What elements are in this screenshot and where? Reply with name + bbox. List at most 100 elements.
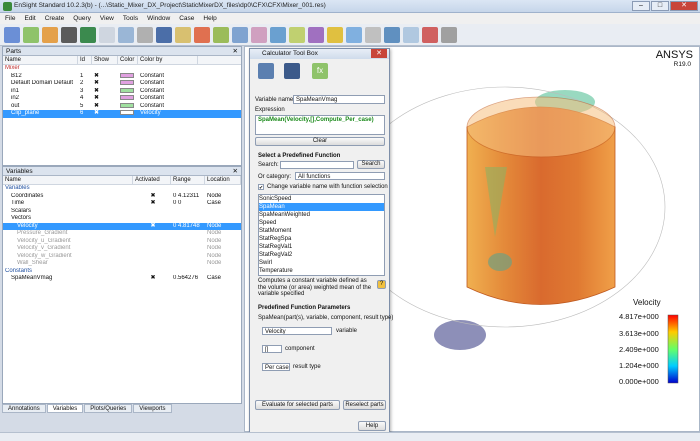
var-name-input[interactable]: SpaMeanVmag bbox=[293, 95, 385, 104]
component-select[interactable]: [] bbox=[262, 345, 282, 353]
menu-create[interactable]: Create bbox=[45, 15, 65, 22]
menu-tools[interactable]: Tools bbox=[123, 15, 138, 22]
col-show[interactable]: Show bbox=[92, 56, 118, 64]
expression-input[interactable]: SpaMean(Velocity,[],Compute_Per_case) bbox=[255, 115, 385, 135]
menu-help[interactable]: Help bbox=[203, 15, 216, 22]
color-icon[interactable] bbox=[327, 26, 343, 43]
annotation-icon[interactable] bbox=[99, 26, 115, 43]
variable-row[interactable]: Pressure_Gradient Node bbox=[3, 230, 241, 238]
particle-icon[interactable] bbox=[308, 26, 324, 43]
table-row[interactable]: Mixer bbox=[3, 65, 241, 73]
function-tab-icon[interactable]: fx bbox=[312, 63, 328, 79]
function-item[interactable]: StatRegVal1 bbox=[259, 243, 384, 251]
function-item[interactable]: Temperature bbox=[259, 267, 384, 275]
calculator-tab-icon[interactable] bbox=[258, 63, 274, 79]
activated-toggle[interactable]: ✖ bbox=[133, 223, 171, 231]
change-name-checkbox[interactable]: ✔ bbox=[258, 184, 264, 190]
color-swatch[interactable] bbox=[118, 102, 138, 111]
activated-toggle[interactable] bbox=[133, 215, 171, 223]
lock-icon[interactable] bbox=[175, 26, 191, 43]
part-mode-icon[interactable] bbox=[4, 26, 20, 43]
panel-close-icon[interactable]: ✕ bbox=[233, 47, 238, 56]
table-icon[interactable] bbox=[80, 26, 96, 43]
result-type-select[interactable]: Per case bbox=[262, 363, 290, 371]
clip-icon[interactable] bbox=[194, 26, 210, 43]
col-id[interactable]: Id bbox=[78, 56, 92, 64]
help-button[interactable]: Help bbox=[358, 421, 386, 431]
menu-query[interactable]: Query bbox=[73, 15, 91, 22]
image-icon[interactable] bbox=[156, 26, 172, 43]
library-tab-icon[interactable] bbox=[284, 63, 300, 79]
activated-toggle[interactable] bbox=[133, 245, 171, 253]
function-item[interactable]: SonicSpeed bbox=[259, 195, 384, 203]
vector-icon[interactable] bbox=[251, 26, 267, 43]
search-button[interactable]: Search bbox=[357, 160, 385, 169]
close-button[interactable]: ✕ bbox=[670, 1, 698, 11]
menu-file[interactable]: File bbox=[5, 15, 15, 22]
color-swatch[interactable] bbox=[118, 80, 138, 88]
function-item[interactable]: StatMoment bbox=[259, 227, 384, 235]
variable-row[interactable]: Velocity ✖ 0 4.81748 Node bbox=[3, 222, 241, 231]
rotate-icon[interactable] bbox=[384, 26, 400, 43]
search-input[interactable] bbox=[280, 161, 354, 169]
function-item[interactable]: StatRegVal2 bbox=[259, 251, 384, 259]
table-row[interactable]: B12 1 ✖ Constant bbox=[3, 72, 241, 81]
clear-button[interactable]: Clear bbox=[255, 137, 385, 146]
col-color[interactable]: Color bbox=[118, 56, 138, 64]
show-toggle[interactable] bbox=[92, 65, 118, 73]
variable-row[interactable]: Variables bbox=[3, 185, 241, 193]
streamline-icon[interactable] bbox=[270, 26, 286, 43]
tab-viewports[interactable]: Viewports bbox=[133, 404, 172, 413]
col-colorby[interactable]: Color by bbox=[138, 56, 198, 64]
contour-icon[interactable] bbox=[232, 26, 248, 43]
show-toggle[interactable]: ✖ bbox=[92, 103, 118, 111]
menu-edit[interactable]: Edit bbox=[24, 15, 35, 22]
activated-toggle[interactable]: ✖ bbox=[133, 193, 171, 201]
function-item[interactable]: SpaMeanWeighted bbox=[259, 211, 384, 219]
show-toggle[interactable]: ✖ bbox=[92, 80, 118, 88]
reselect-parts-button[interactable]: Reselect parts bbox=[343, 400, 386, 410]
tab-plots-queries[interactable]: Plots/Queries bbox=[84, 404, 133, 413]
table-row[interactable]: in2 4 ✖ Constant bbox=[3, 95, 241, 103]
panel-close-icon[interactable]: ✕ bbox=[233, 167, 238, 176]
col-range[interactable]: Range bbox=[171, 176, 205, 184]
activated-toggle[interactable] bbox=[133, 238, 171, 246]
variable-row[interactable]: Velocity_u_Gradient Node bbox=[3, 238, 241, 246]
help-icon[interactable]: ? bbox=[377, 280, 386, 289]
table-row[interactable]: out 5 ✖ Constant bbox=[3, 102, 241, 111]
calculator-icon[interactable] bbox=[61, 26, 77, 43]
activated-toggle[interactable] bbox=[133, 268, 171, 276]
function-item[interactable]: Speed bbox=[259, 219, 384, 227]
variable-select[interactable]: Velocity bbox=[262, 327, 332, 335]
menu-case[interactable]: Case bbox=[179, 15, 194, 22]
function-item[interactable]: SpaMean bbox=[259, 203, 384, 211]
show-toggle[interactable]: ✖ bbox=[92, 110, 118, 118]
variable-row[interactable]: Wall_Shear Node bbox=[3, 260, 241, 268]
maximize-button[interactable]: □ bbox=[651, 1, 669, 11]
activated-toggle[interactable]: ✖ bbox=[133, 275, 171, 283]
probe-icon[interactable] bbox=[422, 26, 438, 43]
col-location[interactable]: Location bbox=[205, 176, 241, 184]
fit-icon[interactable] bbox=[403, 26, 419, 43]
grid-icon[interactable] bbox=[23, 26, 39, 43]
minimize-button[interactable]: – bbox=[632, 1, 650, 11]
variable-row[interactable]: Coordinates ✖ 0 4.12311 Node bbox=[3, 193, 241, 201]
col-var-name[interactable]: Name bbox=[3, 176, 133, 184]
variable-row[interactable]: Scalars bbox=[3, 208, 241, 216]
activated-toggle[interactable] bbox=[133, 185, 171, 193]
color-swatch[interactable] bbox=[118, 110, 138, 118]
variable-row[interactable]: Vectors bbox=[3, 215, 241, 223]
table-row[interactable]: Clip_plane 6 ✖ Velocity bbox=[3, 110, 241, 118]
col-name[interactable]: Name bbox=[3, 56, 78, 64]
activated-toggle[interactable] bbox=[133, 208, 171, 216]
label-icon[interactable] bbox=[118, 26, 134, 43]
color-swatch[interactable] bbox=[118, 72, 138, 81]
eye-icon[interactable] bbox=[346, 26, 362, 43]
color-swatch[interactable] bbox=[118, 87, 138, 96]
function-item[interactable]: Swirl bbox=[259, 259, 384, 267]
menu-window[interactable]: Window bbox=[147, 15, 170, 22]
activated-toggle[interactable] bbox=[133, 230, 171, 238]
elevate-icon[interactable] bbox=[289, 26, 305, 43]
dialog-close-icon[interactable]: ✕ bbox=[371, 49, 387, 58]
table-row[interactable]: in1 3 ✖ Constant bbox=[3, 87, 241, 96]
